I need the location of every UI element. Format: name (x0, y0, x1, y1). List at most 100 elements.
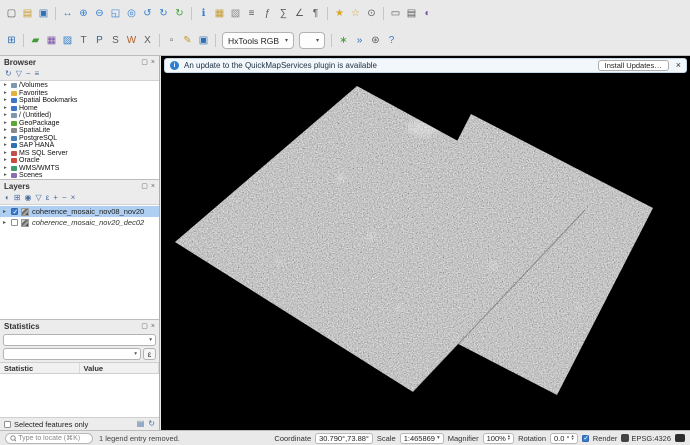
expand-all-icon[interactable]: + (53, 194, 58, 202)
recalculate-statistics-icon[interactable]: ↻ (148, 420, 155, 428)
pan-map-icon[interactable]: ↔ (60, 6, 75, 21)
save-project-icon[interactable]: ▣ (36, 6, 51, 21)
new-shapefile-icon[interactable]: ▫ (164, 33, 179, 48)
expander-icon[interactable]: ▸ (4, 151, 9, 157)
statistics-field-combo[interactable]: ▾ (3, 348, 141, 360)
float-panel-icon[interactable]: ▢ (141, 323, 148, 330)
close-panel-icon[interactable]: × (151, 183, 155, 190)
help-icon[interactable]: ? (384, 33, 399, 48)
render-checkbox[interactable] (582, 435, 589, 442)
browser-item-wms-wmts[interactable]: ▸ WMS/WMTS (0, 165, 159, 173)
band-selector-combo[interactable]: ▾ (299, 32, 325, 49)
zoom-last-icon[interactable]: ↺ (140, 6, 155, 21)
scale-combo[interactable]: 1:465869 ▾ (400, 433, 444, 444)
crs-status[interactable]: EPSG:4326 (621, 434, 671, 443)
locate-input[interactable] (18, 435, 88, 442)
expander-icon[interactable]: ▸ (4, 158, 9, 164)
install-updates-button[interactable]: Install Updates… (598, 60, 669, 71)
expression-button[interactable]: ε (143, 348, 156, 360)
add-delimited-text-icon[interactable]: T (76, 33, 91, 48)
expander-icon[interactable]: ▸ (4, 121, 9, 127)
expander-icon[interactable]: ▸ (4, 106, 9, 112)
browser-item-spatial-bookmarks[interactable]: ▸ Spatial Bookmarks (0, 97, 159, 105)
locate-search-box[interactable] (5, 433, 93, 444)
expander-icon[interactable]: ▸ (4, 98, 9, 104)
add-postgis-layer-icon[interactable]: P (92, 33, 107, 48)
stepper-icon[interactable]: ▴▾ (508, 435, 510, 440)
expander-icon[interactable]: ▸ (4, 91, 9, 97)
add-mesh-layer-icon[interactable]: ▨ (60, 33, 75, 48)
layout-manager-icon[interactable]: ▤ (404, 6, 419, 21)
filter-by-expression-icon[interactable]: ε (46, 194, 50, 202)
zoom-full-icon[interactable]: ◱ (108, 6, 123, 21)
browser-item-sap-hana[interactable]: ▸ SAP HANA (0, 142, 159, 150)
copy-statistics-icon[interactable]: ▤ (137, 420, 145, 428)
open-layer-styling-icon[interactable]: ◐ (5, 194, 10, 202)
map-canvas[interactable]: i An update to the QuickMapServices plug… (161, 56, 690, 430)
layer-visibility-checkbox[interactable] (11, 219, 18, 226)
messages-icon[interactable] (675, 434, 685, 442)
browser-item-home[interactable]: ▸ Home (0, 105, 159, 113)
properties-widget-icon[interactable]: ≡ (35, 70, 40, 78)
close-panel-icon[interactable]: × (151, 323, 155, 330)
browser-item-oracle[interactable]: ▸ Oracle (0, 157, 159, 165)
layer-row-coherence-mosaic-nov08-nov20[interactable]: ▸ coherence_mosaic_nov08_nov20 (0, 206, 159, 217)
layer-visibility-checkbox[interactable] (11, 208, 18, 215)
plugin-manager-icon[interactable]: ∗ (336, 33, 351, 48)
expander-icon[interactable]: ▸ (4, 83, 9, 89)
save-edits-icon[interactable]: ▣ (196, 33, 211, 48)
add-raster-layer-icon[interactable]: ▦ (44, 33, 59, 48)
add-xyz-layer-icon[interactable]: X (140, 33, 155, 48)
filter-browser-icon[interactable]: ▽ (16, 70, 22, 78)
stepper-icon[interactable]: ▴▾ (572, 435, 574, 440)
open-attribute-table-icon[interactable]: ≡ (244, 6, 259, 21)
add-spatialite-layer-icon[interactable]: S (108, 33, 123, 48)
close-icon[interactable]: × (676, 61, 681, 70)
browser-item-favorites[interactable]: ▸ Favorites (0, 90, 159, 98)
zoom-out-icon[interactable]: ⊖ (92, 6, 107, 21)
add-wms-layer-icon[interactable]: W (124, 33, 139, 48)
layer-row-coherence-mosaic-nov20-dec02[interactable]: ▸ coherence_mosaic_nov20_dec02 (0, 217, 159, 228)
filter-legend-icon[interactable]: ▽ (36, 194, 42, 202)
new-project-icon[interactable]: ▢ (4, 6, 19, 21)
deselect-features-icon[interactable]: ▧ (228, 6, 243, 21)
browser-item-spatialite[interactable]: ▸ SpatiaLite (0, 127, 159, 135)
expander-icon[interactable]: ▸ (4, 173, 9, 179)
new-bookmark-icon[interactable]: ★ (332, 6, 347, 21)
new-print-layout-icon[interactable]: ▭ (388, 6, 403, 21)
expander-icon[interactable]: ▸ (4, 113, 9, 119)
add-group-icon[interactable]: ⊞ (14, 194, 21, 202)
browser-item-ms-sql-server[interactable]: ▸ MS SQL Server (0, 150, 159, 158)
map-tips-icon[interactable]: ¶ (308, 6, 323, 21)
statistics-layer-combo[interactable]: ▾ (3, 334, 156, 346)
refresh-map-icon[interactable]: ↻ (172, 6, 187, 21)
hxtools-rgb-combo[interactable]: HxTools RGB ▾ (222, 32, 294, 49)
field-calculator-icon[interactable]: ƒ (260, 6, 275, 21)
browser-item-geopackage[interactable]: ▸ GeoPackage (0, 120, 159, 128)
add-vector-layer-icon[interactable]: ▰ (28, 33, 43, 48)
browser-item-untitled[interactable]: ▸ / (Untitled) (0, 112, 159, 120)
processing-toolbox-icon[interactable]: ⊛ (368, 33, 383, 48)
measure-line-icon[interactable]: ∠ (292, 6, 307, 21)
select-features-icon[interactable]: ▦ (212, 6, 227, 21)
browser-item-postgresql[interactable]: ▸ PostgreSQL (0, 135, 159, 143)
temporal-controller-icon[interactable]: ⊙ (364, 6, 379, 21)
close-panel-icon[interactable]: × (151, 59, 155, 66)
refresh-browser-icon[interactable]: ↻ (5, 70, 12, 78)
zoom-next-icon[interactable]: ↻ (156, 6, 171, 21)
float-panel-icon[interactable]: ▢ (141, 183, 148, 190)
show-bookmarks-icon[interactable]: ☆ (348, 6, 363, 21)
data-source-manager-icon[interactable]: ⊞ (4, 33, 19, 48)
collapse-all-icon[interactable]: − (62, 194, 67, 202)
browser-item-scenes[interactable]: ▸ Scenes (0, 172, 159, 179)
expander-icon[interactable]: ▸ (4, 166, 9, 172)
rotation-spinbox[interactable]: 0.0 ° ▴▾ (550, 433, 578, 444)
python-console-icon[interactable]: » (352, 33, 367, 48)
zoom-native-icon[interactable]: ◎ (124, 6, 139, 21)
magnifier-spinbox[interactable]: 100% ▴▾ (483, 433, 514, 444)
toggle-editing-icon[interactable]: ✎ (180, 33, 195, 48)
float-panel-icon[interactable]: ▢ (141, 59, 148, 66)
identify-features-icon[interactable]: ℹ (196, 6, 211, 21)
coordinate-value-box[interactable]: 30.790°,73.88° (315, 433, 373, 444)
manage-map-themes-icon[interactable]: ◉ (25, 194, 32, 202)
